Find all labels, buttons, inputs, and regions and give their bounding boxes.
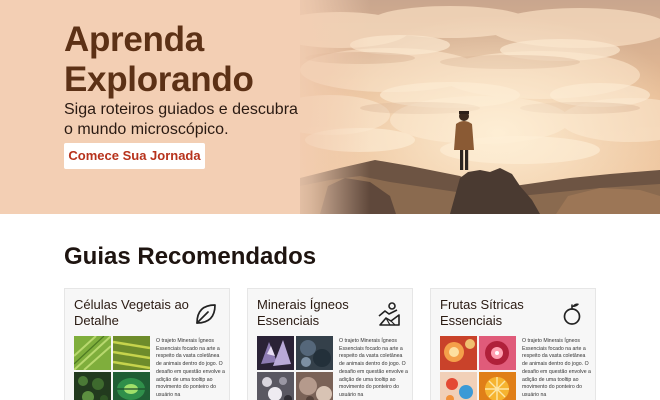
minerals-icon (378, 302, 400, 326)
guide-card[interactable]: Frutas Sítricas Essenciais O trajeto Min… (430, 288, 596, 400)
thumbnail-image (479, 336, 516, 370)
guide-card-title: Frutas Sítricas Essenciais (440, 297, 524, 328)
thumbnail-image (74, 372, 111, 400)
guide-card-description: O trajeto Minerais Ígneos Essenciais foc… (339, 338, 408, 398)
guide-card-title: Células Vegetais ao Detalhe (74, 297, 189, 328)
thumbnail-image (440, 372, 477, 400)
hero-title: Aprenda Explorando (64, 20, 254, 99)
guide-card[interactable]: Minerais Ígneos Essenciais O trajeto Min… (247, 288, 413, 400)
hero-subtitle: Siga roteiros guiados e descubra o mundo… (64, 101, 298, 138)
guide-card-thumbnails (74, 336, 152, 400)
start-journey-button[interactable]: Comece Sua Jornada (64, 143, 205, 169)
thumbnail-image (113, 372, 150, 400)
guide-card[interactable]: Células Vegetais ao Detalhe O trajeto Mi… (64, 288, 230, 400)
thumbnail-image (257, 372, 294, 400)
thumbnail-image (440, 336, 477, 370)
thumbnail-image (257, 336, 294, 370)
section-title: Guias Recomendados (64, 243, 317, 270)
thumbnail-image (479, 372, 516, 400)
thumbnail-image (296, 372, 333, 400)
hero-banner: Aprenda Explorando Siga roteiros guiados… (0, 0, 660, 214)
fruit-icon (563, 303, 581, 325)
thumbnail-image (74, 336, 111, 370)
guide-card-thumbnails (257, 336, 335, 400)
thumbnail-image (296, 336, 333, 370)
guide-card-description: O trajeto Minerais Ígneos Essenciais foc… (156, 338, 225, 398)
guide-card-description: O trajeto Minerais Ígneos Essenciais foc… (522, 338, 591, 398)
thumbnail-image (113, 336, 150, 370)
guide-card-title: Minerais Ígneos Essenciais (257, 297, 349, 328)
guide-card-thumbnails (440, 336, 518, 400)
leaf-icon (196, 304, 216, 324)
